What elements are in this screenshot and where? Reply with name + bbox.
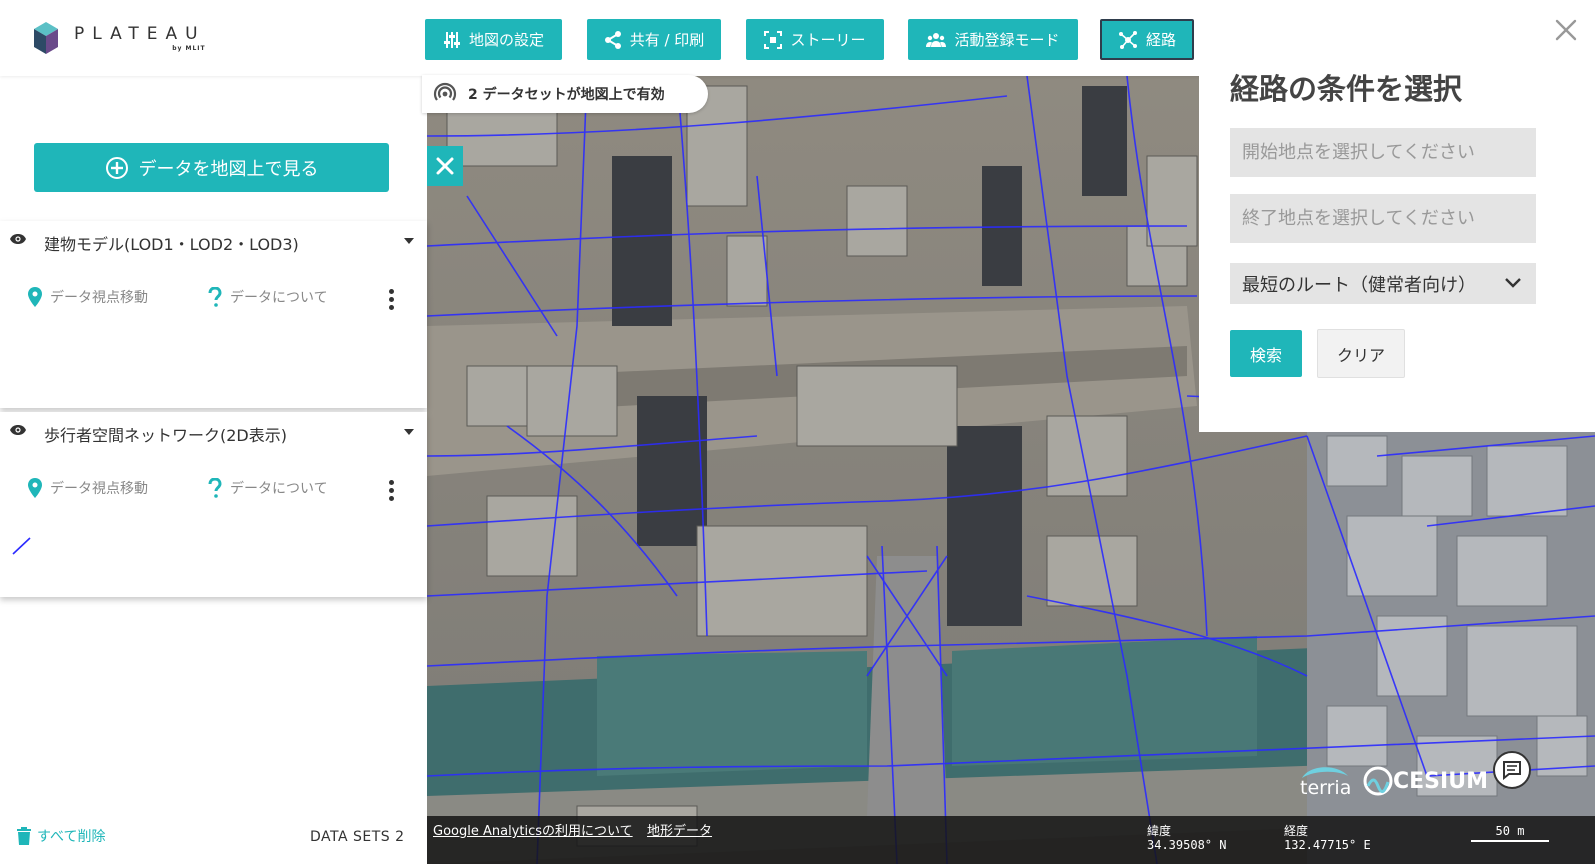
longitude-label: 経度	[1284, 824, 1309, 838]
collapse-sidebar-button[interactable]	[427, 146, 463, 186]
story-icon	[764, 30, 783, 49]
map-pin-icon	[28, 478, 42, 498]
route-search-button[interactable]: 検索	[1230, 330, 1302, 377]
route-panel-title: 経路の条件を選択	[1230, 72, 1463, 106]
more-options-icon[interactable]	[389, 289, 395, 313]
google-analytics-link[interactable]: Google Analyticsの利用について	[433, 820, 633, 839]
map-footer-bar: Google Analyticsの利用について 地形データ 緯度 34.3950…	[427, 816, 1595, 864]
chevron-down-icon	[1505, 278, 1521, 288]
active-datasets-text: 2 データセットが地図上で有効	[468, 87, 665, 103]
scale-bar	[1471, 840, 1549, 842]
trash-icon	[17, 827, 31, 845]
terrain-data-link[interactable]: 地形データ	[647, 820, 712, 839]
zoom-to-data-button[interactable]: データ視点移動	[28, 287, 148, 307]
activity-mode-label: 活動登録モード	[954, 31, 1060, 49]
plateau-logo[interactable]: PLATEAU by MLIT	[32, 20, 206, 56]
longitude-readout: 経度 132.47715° E	[1284, 824, 1371, 852]
datasets-count: DATA SETS 2	[310, 829, 405, 845]
map-settings-button[interactable]: 地図の設定	[425, 19, 562, 60]
terria-credit: terria	[1300, 777, 1352, 799]
route-label: 経路	[1145, 31, 1176, 49]
route-icon	[1118, 30, 1137, 49]
plus-circle-icon	[105, 156, 128, 179]
route-type-select[interactable]: 最短のルート（健常者向け）	[1230, 263, 1536, 304]
expand-caret-icon[interactable]	[404, 429, 414, 435]
zoom-to-data-label: データ視点移動	[50, 290, 148, 306]
sliders-icon	[443, 31, 460, 48]
cesium-credit: CESIUM	[1393, 769, 1488, 794]
about-data-label: データについて	[230, 481, 328, 497]
logo-subtitle: by MLIT	[172, 45, 206, 52]
view-data-on-map-button[interactable]: データを地図上で見る	[34, 143, 389, 192]
users-icon	[926, 32, 947, 47]
dataset-title: 建物モデル(LOD1・LOD2・LOD3)	[44, 235, 299, 254]
zoom-to-data-label: データ視点移動	[50, 481, 148, 497]
story-label: ストーリー	[790, 31, 866, 49]
plateau-cube-icon	[34, 22, 58, 54]
view-data-label: データを地図上で見る	[138, 158, 319, 180]
cesium-logo-icon	[1363, 766, 1393, 796]
share-print-label: 共有 / 印刷	[629, 31, 705, 49]
route-clear-button[interactable]: クリア	[1317, 329, 1405, 378]
activity-mode-button[interactable]: 活動登録モード	[908, 19, 1078, 60]
clear-all-label: すべて削除	[37, 829, 106, 845]
about-data-label: データについて	[230, 290, 328, 306]
dataset-title: 歩行者空間ネットワーク(2D表示)	[44, 426, 287, 445]
question-icon	[208, 478, 222, 498]
more-options-icon[interactable]	[389, 480, 395, 504]
clear-all-button[interactable]: すべて削除	[17, 826, 105, 846]
latitude-value: 34.39508° N	[1147, 838, 1227, 852]
active-datasets-indicator[interactable]: 2 データセットが地図上で有効	[422, 75, 708, 113]
dataset-card-building-model: 建物モデル(LOD1・LOD2・LOD3) データ視点移動 データについて	[0, 221, 427, 408]
about-data-button[interactable]: データについて	[208, 287, 328, 307]
layers-radar-icon	[433, 82, 457, 101]
close-icon[interactable]	[1554, 18, 1578, 42]
feedback-button[interactable]	[1493, 751, 1531, 789]
close-icon	[436, 157, 454, 175]
route-button[interactable]: 経路	[1100, 19, 1194, 60]
eye-icon[interactable]	[9, 424, 27, 436]
scale-label: 50 m	[1495, 824, 1525, 838]
question-icon	[208, 287, 222, 307]
map-settings-label: 地図の設定	[468, 31, 544, 49]
start-point-input[interactable]	[1230, 128, 1536, 177]
line-legend-icon	[12, 537, 31, 555]
route-type-value: 最短のルート（健常者向け）	[1242, 274, 1476, 296]
story-button[interactable]: ストーリー	[746, 19, 884, 60]
chat-icon	[1503, 761, 1521, 780]
route-panel: 経路の条件を選択 最短のルート（健常者向け） 検索 クリア	[1199, 44, 1595, 432]
logo-title: PLATEAU	[74, 24, 206, 44]
dataset-card-pedestrian-network: 歩行者空間ネットワーク(2D表示) データ視点移動 データについて	[0, 412, 427, 597]
zoom-to-data-button[interactable]: データ視点移動	[28, 478, 148, 498]
end-point-input[interactable]	[1230, 194, 1536, 243]
map-pin-icon	[28, 287, 42, 307]
latitude-readout: 緯度 34.39508° N	[1147, 824, 1226, 852]
eye-icon[interactable]	[9, 233, 27, 245]
share-icon	[604, 30, 621, 49]
expand-caret-icon[interactable]	[404, 238, 414, 244]
longitude-value: 132.47715° E	[1284, 838, 1371, 852]
about-data-button[interactable]: データについて	[208, 478, 328, 498]
latitude-label: 緯度	[1147, 824, 1172, 838]
share-print-button[interactable]: 共有 / 印刷	[587, 19, 721, 60]
